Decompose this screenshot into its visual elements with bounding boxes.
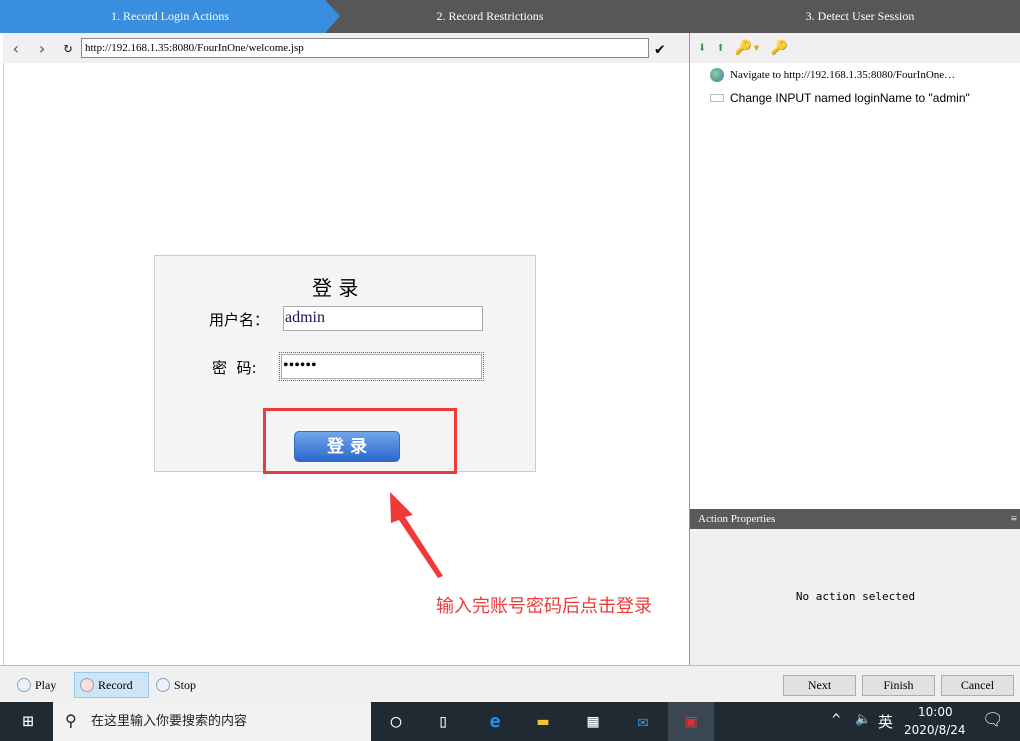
tray-chevron-icon[interactable]: ^	[832, 712, 840, 728]
add-key-icon[interactable]: 🔑▾	[735, 40, 761, 56]
actions-panel: ⬇ ⬆ 🔑▾ 🔑 Navigate to http://192.168.1.35…	[689, 33, 1020, 665]
windows-start-icon[interactable]: ⊞	[5, 702, 51, 741]
record-icon	[80, 678, 94, 692]
forward-icon[interactable]: ›	[29, 39, 55, 58]
task-view-icon[interactable]: ▯	[420, 702, 466, 741]
clock-date[interactable]: 2020/8/24	[904, 723, 966, 737]
notification-icon[interactable]: 🗨	[982, 710, 1004, 730]
search-icon: ⚲	[65, 711, 77, 730]
taskbar-search[interactable]: 在这里输入你要搜索的内容	[53, 702, 371, 741]
remove-key-icon[interactable]: 🔑	[771, 40, 788, 56]
action-item[interactable]: Change INPUT named loginName to "admin"	[690, 86, 1020, 109]
actions-toolbar: ⬇ ⬆ 🔑▾ 🔑	[690, 33, 1020, 63]
edge-icon[interactable]: e	[472, 702, 518, 741]
login-title: 登 录	[312, 276, 359, 300]
go-check-icon[interactable]: ✔	[655, 39, 665, 58]
play-icon	[17, 678, 31, 692]
wizard-steps: 1. Record Login Actions 2. Record Restri…	[0, 0, 1020, 33]
stop-icon	[156, 678, 170, 692]
file-explorer-icon[interactable]: ▬	[520, 702, 566, 741]
cortana-icon[interactable]: ○	[373, 702, 419, 741]
action-item[interactable]: Navigate to http://192.168.1.35:8080/Fou…	[690, 63, 1020, 86]
menu-icon[interactable]: ≡	[1011, 509, 1017, 529]
browser-toolbar: ‹ › ↻ http://192.168.1.35:8080/FourInOne…	[3, 33, 689, 63]
refresh-icon[interactable]: ↻	[55, 40, 81, 56]
step-detect-session: 3. Detect User Session	[805, 9, 915, 23]
step-record-login: 1. Record Login Actions	[0, 0, 340, 33]
taskbar: ⊞ 在这里输入你要搜索的内容 ⚲ ○ ▯ e ▬ ▦ ✉ ▣ ^ 🔈 英 10:…	[0, 702, 1020, 741]
play-button[interactable]: Play	[12, 672, 61, 698]
ime-indicator[interactable]: 英	[878, 711, 893, 732]
record-button[interactable]: Record	[74, 672, 149, 698]
finish-button[interactable]: Finish	[862, 675, 935, 696]
bottom-bar: Play Record Stop Next Finish Cancel	[0, 665, 1020, 702]
next-button[interactable]: Next	[783, 675, 856, 696]
action-properties-body: No action selected	[690, 529, 1020, 665]
password-label: 密 码:	[212, 359, 257, 377]
back-icon[interactable]: ‹	[3, 39, 29, 58]
stop-button[interactable]: Stop	[151, 672, 201, 698]
username-label: 用户名：	[209, 311, 270, 329]
username-input[interactable]: admin	[283, 306, 483, 331]
store-icon[interactable]: ▦	[570, 702, 616, 741]
move-up-icon[interactable]: ⬆	[716, 40, 724, 56]
cancel-button[interactable]: Cancel	[941, 675, 1014, 696]
annotation-arrow-icon	[390, 492, 443, 578]
step-record-restrictions: 2. Record Restrictions	[436, 9, 544, 23]
app-icon[interactable]: ▣	[668, 702, 714, 741]
globe-icon	[710, 67, 724, 82]
action-properties-header: Action Properties ≡	[690, 509, 1020, 529]
annotation-text: 输入完账号密码后点击登录	[436, 596, 652, 617]
mail-icon[interactable]: ✉	[620, 702, 666, 741]
move-down-icon[interactable]: ⬇	[698, 40, 706, 56]
input-icon	[710, 93, 724, 102]
clock-time[interactable]: 10:00	[918, 705, 953, 719]
highlight-box	[263, 408, 457, 474]
url-input[interactable]: http://192.168.1.35:8080/FourInOne/welco…	[81, 38, 649, 58]
password-input[interactable]: ••••••	[279, 352, 484, 381]
volume-icon[interactable]: 🔈	[855, 712, 871, 727]
